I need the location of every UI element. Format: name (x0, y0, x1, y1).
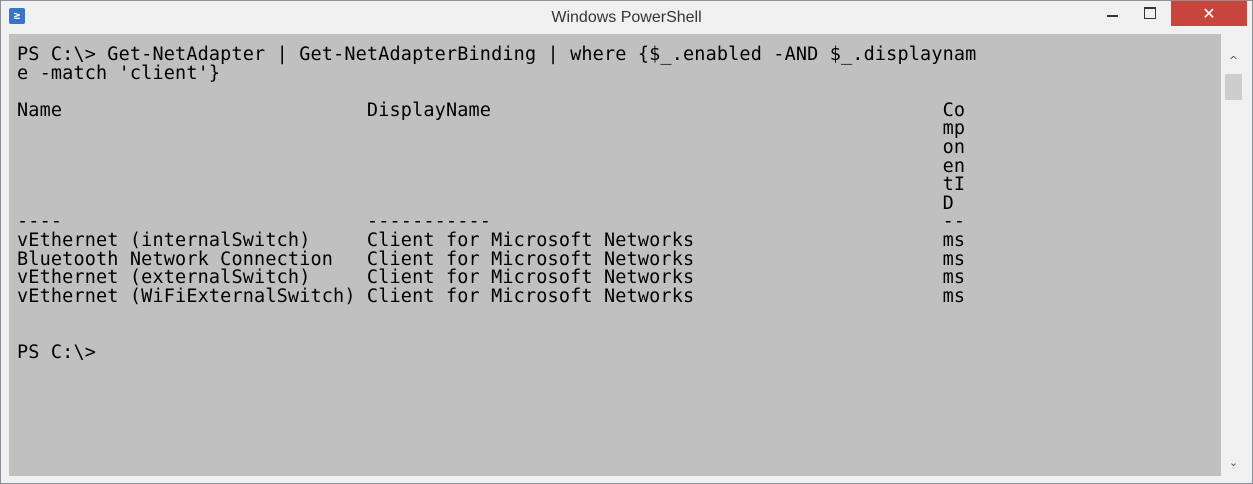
window-frame-bottom (1, 476, 1252, 483)
maximize-button[interactable] (1133, 1, 1167, 26)
powershell-window: ≥ Windows PowerShell ✕ PS C:\> Get-NetAd… (0, 0, 1253, 484)
scroll-thumb[interactable] (1225, 74, 1242, 100)
console-text: PS C:\> Get-NetAdapter | Get-NetAdapterB… (17, 44, 977, 363)
console-output[interactable]: PS C:\> Get-NetAdapter | Get-NetAdapterB… (9, 34, 1221, 476)
close-button[interactable]: ✕ (1171, 1, 1247, 26)
window-title: Windows PowerShell (551, 9, 702, 26)
scroll-up-icon[interactable]: ^ (1221, 52, 1246, 70)
minimize-button[interactable] (1095, 1, 1129, 26)
title-bar[interactable]: ≥ Windows PowerShell ✕ (1, 1, 1252, 34)
close-icon: ✕ (1202, 4, 1216, 23)
vertical-scrollbar[interactable]: ^ ⌄ (1221, 34, 1246, 476)
scroll-down-icon[interactable]: ⌄ (1221, 454, 1246, 472)
